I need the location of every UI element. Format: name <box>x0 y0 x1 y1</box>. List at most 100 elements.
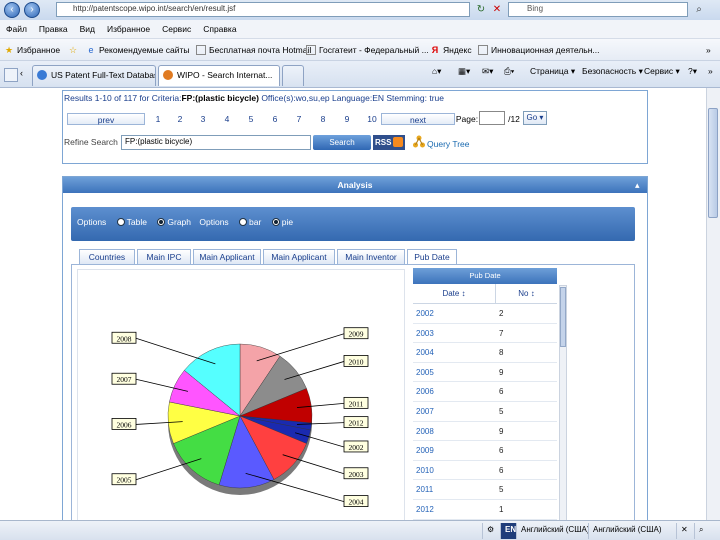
table-row: 20075 <box>413 402 557 422</box>
page-link-6[interactable]: 6 <box>263 113 287 125</box>
page-link-5[interactable]: 5 <box>239 113 263 125</box>
page-link-2[interactable]: 2 <box>169 113 191 125</box>
favorites-bar: ★Избранное ☆ eРекомендуемые сайты Беспла… <box>0 39 720 61</box>
date-cell-link[interactable]: 2003 <box>416 329 434 338</box>
url-field[interactable]: http://patentscope.wipo.int/search/en/re… <box>56 2 470 17</box>
date-cell-link[interactable]: 2005 <box>416 368 434 377</box>
menu-edit[interactable]: Правка <box>39 24 68 34</box>
help-icon[interactable]: ?▾ <box>688 66 697 80</box>
tools-menu[interactable]: Сервис ▾ <box>644 66 680 80</box>
compat-icon[interactable]: ↻ <box>474 3 488 16</box>
fav-link-yandex[interactable]: ЯЯндекс <box>430 43 472 57</box>
page-link-4[interactable]: 4 <box>215 113 239 125</box>
go-button[interactable]: Go ▾ <box>523 111 547 125</box>
page-link-8[interactable]: 8 <box>311 113 335 125</box>
menu-file[interactable]: Файл <box>6 24 27 34</box>
count-cell: 7 <box>499 329 503 338</box>
menu-view[interactable]: Вид <box>80 24 95 34</box>
date-column-header[interactable]: Date ↕ <box>413 289 495 298</box>
next-button[interactable]: next <box>381 113 455 125</box>
add-favorite-button[interactable]: ☆ <box>68 43 81 57</box>
back-button[interactable]: ‹ <box>4 2 20 18</box>
count-cell: 2 <box>499 309 503 318</box>
language-status-1: Английский (США) <box>516 523 586 539</box>
menu-tools[interactable]: Сервис <box>162 24 191 34</box>
options-bar: Options Table Graph Options bar pie <box>71 207 635 241</box>
rss-button[interactable]: RSS <box>373 135 405 150</box>
more-favorites-icon[interactable]: » <box>706 43 711 57</box>
date-cell-link[interactable]: 2009 <box>416 446 434 455</box>
date-cell-link[interactable]: 2006 <box>416 387 434 396</box>
browser-search-input[interactable]: Bing <box>508 2 688 17</box>
chart-bar-radio[interactable] <box>239 218 247 226</box>
menu-help[interactable]: Справка <box>203 24 236 34</box>
tab-main-ipc[interactable]: Main IPC <box>137 249 191 264</box>
browser-tab-wipo[interactable]: WIPO - Search Internat...✕ <box>158 65 280 86</box>
view-graph-radio[interactable] <box>157 218 165 226</box>
view-table-radio[interactable] <box>117 218 125 226</box>
language-indicator[interactable]: EN <box>500 523 516 539</box>
date-cell-link[interactable]: 2002 <box>416 309 434 318</box>
search-icon[interactable]: ⌕ <box>692 3 706 16</box>
page-scrollbar-thumb[interactable] <box>708 108 718 218</box>
prev-button[interactable]: prev <box>67 113 145 125</box>
page-link-7[interactable]: 7 <box>287 113 311 125</box>
pub-date-table-header: Date ↕ No ↕ <box>413 284 557 304</box>
date-cell-link[interactable]: 2004 <box>416 348 434 357</box>
feeds-icon[interactable]: ▦▾ <box>458 66 470 80</box>
tab-main-applicant[interactable]: Main Applicant <box>193 249 261 264</box>
new-tab-button[interactable] <box>282 65 304 86</box>
zone-icon[interactable]: ⚙ <box>482 523 500 539</box>
zoom-icon[interactable]: ⌕ <box>694 523 718 539</box>
tab-pub-date[interactable]: Pub Date <box>407 249 457 265</box>
count-cell: 6 <box>499 466 503 475</box>
pie-label: 2003 <box>349 470 364 479</box>
browser-tab-uspto[interactable]: US Patent Full-Text Databas... <box>32 65 156 86</box>
close-tab-icon[interactable]: ✕ <box>278 70 280 80</box>
page-menu[interactable]: Страница ▾ <box>530 66 575 80</box>
date-cell-link[interactable]: 2012 <box>416 505 434 514</box>
query-tree-link[interactable]: Query Tree <box>413 135 470 151</box>
page-link-9[interactable]: 9 <box>335 113 359 125</box>
fav-link-suggested[interactable]: eРекомендуемые сайты <box>86 43 189 57</box>
print-icon[interactable]: ⎙▾ <box>504 66 514 80</box>
tab-grid-icon[interactable] <box>4 68 18 82</box>
forward-button[interactable]: › <box>24 2 40 18</box>
page-number-input[interactable] <box>479 111 505 125</box>
protected-mode-icon[interactable]: ✕ <box>676 523 694 539</box>
fav-link-hotmail[interactable]: Бесплатная почта Hotmail <box>196 43 311 57</box>
fav-link-gosgateit[interactable]: Госгатеит - Федеральный ... <box>306 43 429 57</box>
pub-date-table-title: Pub Date <box>413 268 557 284</box>
tab-countries[interactable]: Countries <box>79 249 135 264</box>
date-cell-link[interactable]: 2007 <box>416 407 434 416</box>
analysis-panel: Analysis ▴ Options Table Graph Options b… <box>62 176 648 524</box>
refine-search-input[interactable]: FP:(plastic bicycle) <box>121 135 311 150</box>
fav-link-innovation[interactable]: Инновационная деятельн... <box>478 43 600 57</box>
collapse-icon[interactable]: ▴ <box>635 177 643 193</box>
no-column-header[interactable]: No ↕ <box>495 284 557 304</box>
tab-main-inventor[interactable]: Main Inventor <box>337 249 405 264</box>
date-cell-link[interactable]: 2008 <box>416 427 434 436</box>
more-commands-icon[interactable]: » <box>708 66 713 80</box>
tab-main-applicant-2[interactable]: Main Applicant <box>263 249 335 264</box>
chart-pie-radio[interactable] <box>272 218 280 226</box>
table-scrollbar-thumb[interactable] <box>560 287 566 347</box>
page-total: /12 <box>505 113 523 125</box>
home-icon[interactable]: ⌂▾ <box>432 66 441 80</box>
safety-menu[interactable]: Безопасность ▾ <box>582 66 643 80</box>
date-cell-link[interactable]: 2011 <box>416 485 433 494</box>
mail-icon[interactable]: ✉▾ <box>482 66 493 80</box>
count-cell: 1 <box>499 505 503 514</box>
quick-tabs-icon[interactable]: ‹ <box>20 68 30 82</box>
favorites-button[interactable]: ★Избранное <box>4 43 60 57</box>
page-link-1[interactable]: 1 <box>147 113 169 125</box>
page-link-3[interactable]: 3 <box>191 113 215 125</box>
stop-icon[interactable]: ✕ <box>490 3 504 16</box>
pie-label: 2008 <box>117 334 132 343</box>
date-cell-link[interactable]: 2010 <box>416 466 434 475</box>
table-row: 2003 7 <box>413 324 557 344</box>
menu-favorites[interactable]: Избранное <box>107 24 150 34</box>
search-button[interactable]: Search <box>313 135 371 150</box>
chart-bar-label: bar <box>249 217 261 227</box>
chart-pie-label: pie <box>282 217 293 227</box>
